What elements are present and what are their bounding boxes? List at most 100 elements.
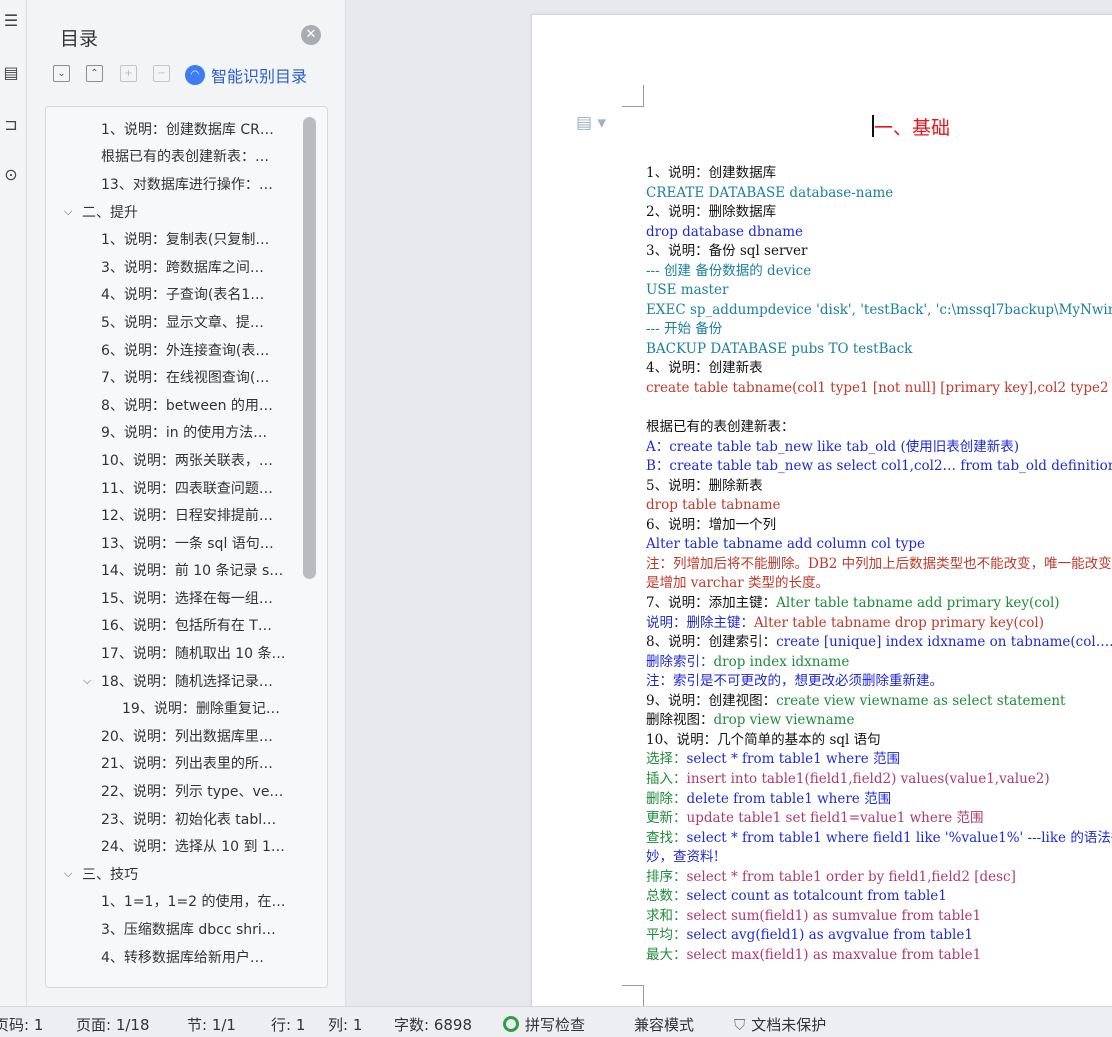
toc-item[interactable]: 1、说明：创建数据库 CR…	[46, 115, 327, 143]
toc-item[interactable]: ⌵ 18、说明：随机选择记录…	[46, 667, 327, 695]
doc-line: A：create table tab_new like tab_old (使用旧…	[646, 438, 1112, 458]
toc-item[interactable]: 13、对数据库进行操作：…	[46, 170, 327, 198]
toc-item[interactable]: 17、说明：随机取出 10 条…	[46, 639, 327, 667]
toc-item-label: 10、说明：两张关联表，…	[101, 452, 273, 469]
bookmark-icon[interactable]: ⊐	[0, 110, 22, 138]
toc-item-label: 15、说明：选择在每一组…	[101, 590, 273, 607]
doc-line-text: 根据已有的表创建新表：	[646, 419, 795, 436]
status-page-code: 页码: 1	[0, 1016, 44, 1034]
page-options-icon[interactable]: ▤ ▾	[576, 113, 606, 133]
toc-item[interactable]: 15、说明：选择在每一组…	[46, 584, 327, 612]
menu-icon[interactable]: ☰	[0, 6, 22, 34]
toc-item[interactable]: 3、说明：跨数据库之间…	[46, 253, 327, 281]
toc-item-label: 23、说明：初始化表 tabl…	[101, 811, 277, 828]
toc-item-label: 11、说明：四表联查问题…	[101, 480, 273, 497]
toc-item[interactable]: 3、压缩数据库 dbcc shri…	[46, 915, 327, 943]
toc-item-label: 19、说明：删除重复记…	[122, 701, 280, 718]
toc-item-label: 14、说明：前 10 条记录 s…	[101, 563, 284, 580]
status-row: 行: 1	[271, 1016, 306, 1034]
toc-item-label: 1、说明：创建数据库 CR…	[101, 121, 274, 138]
toc-item[interactable]: 6、说明：外连接查询(表…	[46, 336, 327, 364]
toc-item[interactable]: 23、说明：初始化表 tabl…	[46, 805, 327, 833]
toc-item[interactable]: 12、说明：日程安排提前…	[46, 501, 327, 529]
status-words[interactable]: 字数: 6898	[394, 1014, 472, 1035]
toc-item[interactable]: 19、说明：删除重复记…	[46, 694, 327, 722]
doc-line-text: 7、说明：添加主键：	[646, 595, 777, 612]
toc-item[interactable]: 9、说明：in 的使用方法…	[46, 419, 327, 447]
chevron-down-icon[interactable]: ⌵	[83, 674, 91, 688]
toc-item[interactable]: 4、转移数据库给新用户…	[46, 943, 327, 971]
doc-line: 注：列增加后将不能删除。DB2 中列加上后数据类型也不能改变，唯一能改变的	[646, 555, 1112, 575]
toc-item[interactable]: 5、说明：显示文章、提…	[46, 308, 327, 336]
document-page[interactable]: ▤ ▾ 一、基础 1、说明：创建数据库 CREATE DATABASE datab…	[531, 14, 1112, 1014]
doc-line-text: 3、说明：备份 sql server	[646, 243, 808, 260]
remove-heading-icon[interactable]: −	[153, 65, 170, 82]
doc-line: --- 创建 备份数据的 device	[646, 262, 1112, 282]
doc-line-text: 插入：	[646, 770, 687, 787]
chevron-down-icon[interactable]: ⌵	[64, 867, 72, 881]
toc-item-label: 7、说明：在线视图查询(…	[101, 370, 270, 387]
doc-line: 删除视图：drop view viewname	[646, 711, 1112, 731]
doc-line: 10、说明：几个简单的基本的 sql 语句	[646, 731, 1112, 751]
toc-item-label: 13、对数据库进行操作：…	[101, 176, 273, 193]
spell-check-button[interactable]: 拼写检查	[503, 1014, 585, 1035]
status-page[interactable]: 页面: 1/18	[76, 1014, 150, 1035]
toc-item-label: 4、转移数据库给新用户…	[101, 949, 264, 966]
toc-item[interactable]: 14、说明：前 10 条记录 s…	[46, 557, 327, 585]
compat-mode-label[interactable]: 兼容模式	[634, 1014, 694, 1035]
doc-line: 总数：select count as totalcount from table…	[646, 887, 1112, 907]
protect-button[interactable]: ⛉ 文档未保护	[734, 1014, 826, 1035]
toc-item[interactable]: ⌵ 三、技巧	[46, 860, 327, 888]
doc-line: 6、说明：增加一个列	[646, 516, 1112, 536]
document-icon[interactable]: ▤	[0, 58, 22, 86]
toc-title: 目录	[60, 28, 99, 50]
doc-line: USE master	[646, 281, 1112, 301]
toc-item[interactable]: 16、说明：包括所有在 T…	[46, 612, 327, 640]
margin-mark-bottom	[622, 985, 644, 1007]
chevron-down-icon[interactable]: ⌵	[64, 205, 72, 219]
doc-line: 最大：select max(field1) as maxvalue from t…	[646, 946, 1112, 966]
collapse-all-icon[interactable]: ⌃	[86, 65, 103, 82]
toc-item[interactable]: 20、说明：列出数据库里…	[46, 722, 327, 750]
toc-item[interactable]: 10、说明：两张关联表，…	[46, 446, 327, 474]
doc-line: EXEC sp_addumpdevice 'disk', 'testBack',…	[646, 301, 1112, 321]
toc-item-label: 18、说明：随机选择记录…	[101, 673, 273, 690]
close-icon[interactable]: ✕	[301, 25, 321, 45]
status-bar: 页码: 1 页面: 1/18 节: 1/1 行: 1 列: 1 字数: 6898…	[0, 1006, 1112, 1037]
find-icon[interactable]: ⊙	[0, 160, 22, 188]
toc-item[interactable]: 1、1=1，1=2 的使用，在…	[46, 888, 327, 916]
doc-line: 4、说明：创建新表	[646, 359, 1112, 379]
doc-line-text: 2、说明：删除数据库	[646, 204, 777, 221]
doc-line-text: 是增加 varchar 类型的长度。	[646, 575, 829, 592]
expand-all-icon[interactable]: ⌄	[53, 65, 70, 82]
doc-line-text: EXEC sp_addumpdevice 'disk', 'testBack',…	[646, 301, 1112, 318]
toc-item[interactable]: 4、说明：子查询(表名1…	[46, 281, 327, 309]
toc-scrollbar[interactable]	[303, 117, 316, 579]
toc-item[interactable]: ⌵ 二、提升	[46, 198, 327, 226]
toc-item-label: 根据已有的表创建新表：…	[101, 149, 269, 166]
doc-line-text: USE master	[646, 282, 729, 299]
doc-line: drop table tabname	[646, 496, 1112, 516]
toc-item[interactable]: 8、说明：between 的用…	[46, 391, 327, 419]
doc-line-code: select * from table1 where 范围	[686, 751, 901, 768]
toc-item[interactable]: 22、说明：列示 type、ve…	[46, 777, 327, 805]
toc-item[interactable]: 21、说明：列出表里的所…	[46, 750, 327, 778]
doc-line: 7、说明：添加主键：Alter table tabname add primar…	[646, 594, 1112, 614]
doc-line: 删除索引：drop index idxname	[646, 653, 1112, 673]
doc-line-text: 妙，查资料!	[646, 849, 719, 866]
doc-line-text: A：create table tab_new like tab_old (使用旧…	[646, 438, 1019, 455]
status-col: 列: 1	[328, 1016, 363, 1034]
toc-item[interactable]: 24、说明：选择从 10 到 1…	[46, 832, 327, 860]
add-heading-icon[interactable]: +	[120, 65, 137, 82]
doc-line-text: drop table tabname	[646, 497, 781, 514]
doc-line: BACKUP DATABASE pubs TO testBack	[646, 340, 1112, 360]
doc-line-text: 1、说明：创建数据库	[646, 165, 777, 181]
toc-item[interactable]: 11、说明：四表联查问题…	[46, 474, 327, 502]
toc-item[interactable]: 1、说明：复制表(只复制…	[46, 225, 327, 253]
doc-line: 查找：select * from table1 where field1 lik…	[646, 829, 1112, 849]
toc-item[interactable]: 13、说明：一条 sql 语句…	[46, 529, 327, 557]
shield-icon: ⛉	[734, 1016, 746, 1034]
toc-item[interactable]: 7、说明：在线视图查询(…	[46, 363, 327, 391]
smart-toc-button[interactable]: ◠ 智能识别目录	[185, 63, 307, 87]
toc-item[interactable]: 根据已有的表创建新表：…	[46, 143, 327, 171]
